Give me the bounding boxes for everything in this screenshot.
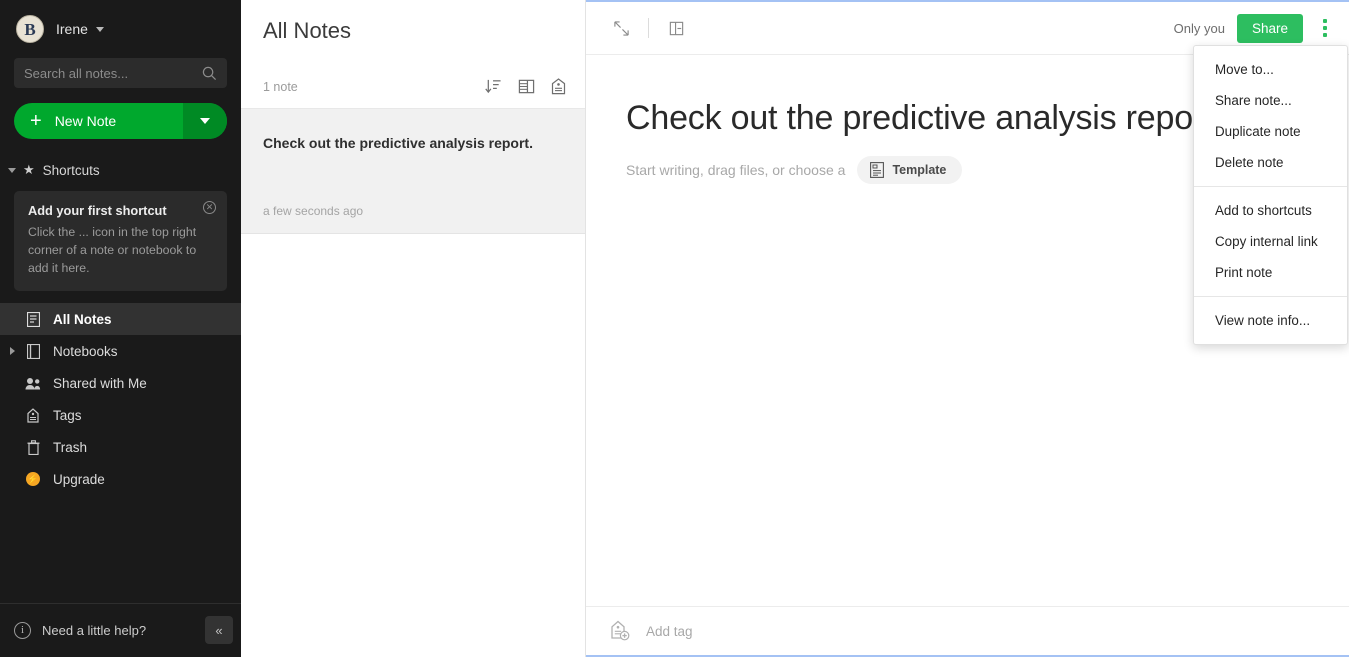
add-tag-placeholder: Add tag — [646, 624, 693, 639]
shortcut-card-title: Add your first shortcut — [28, 203, 213, 218]
menu-item-share-note[interactable]: Share note... — [1194, 85, 1347, 116]
note-context-menu: Move to... Share note... Duplicate note … — [1193, 45, 1348, 345]
new-note-dropdown-button[interactable] — [183, 103, 227, 139]
kebab-menu-icon[interactable] — [1315, 15, 1335, 41]
template-icon — [870, 162, 884, 178]
note-item-title: Check out the predictive analysis report… — [263, 135, 563, 151]
shortcut-empty-state-card: ✕ Add your first shortcut Click the ... … — [14, 191, 227, 291]
shortcut-card-body: Click the ... icon in the top right corn… — [28, 224, 213, 277]
shortcuts-section-header[interactable]: ★ Shortcuts — [0, 153, 241, 187]
new-note-button[interactable]: + New Note — [14, 103, 183, 139]
sidebar: B Irene + New Note ★ Shortcuts — [0, 0, 241, 657]
note-count-label: 1 note — [263, 80, 298, 94]
plus-icon: + — [30, 111, 42, 131]
info-icon: i — [14, 622, 31, 639]
search-box[interactable] — [14, 58, 227, 88]
side-panel-icon[interactable] — [663, 15, 689, 41]
note-list-toolbar: 1 note — [241, 65, 585, 109]
sidebar-item-label: Notebooks — [53, 344, 118, 359]
notes-icon — [24, 312, 42, 327]
menu-item-duplicate-note[interactable]: Duplicate note — [1194, 116, 1347, 147]
help-label: Need a little help? — [42, 623, 146, 638]
notebook-icon — [24, 344, 42, 359]
new-note-label: New Note — [55, 113, 116, 129]
menu-item-delete-note[interactable]: Delete note — [1194, 147, 1347, 178]
editor-placeholder: Start writing, drag files, or choose a — [626, 162, 845, 178]
app-root: B Irene + New Note ★ Shortcuts — [0, 0, 1349, 657]
sidebar-item-shared-with-me[interactable]: Shared with Me — [0, 367, 241, 399]
sharing-status: Only you — [1174, 21, 1225, 36]
menu-separator — [1194, 296, 1347, 297]
account-switcher[interactable]: B Irene — [0, 0, 241, 58]
people-icon — [24, 377, 42, 390]
add-tag-icon — [608, 619, 632, 643]
chevron-down-icon[interactable] — [96, 27, 104, 32]
template-button[interactable]: Template — [857, 156, 962, 184]
menu-item-view-note-info[interactable]: View note info... — [1194, 305, 1347, 336]
new-note-button-group[interactable]: + New Note — [14, 103, 227, 139]
chevron-down-icon — [200, 118, 210, 124]
sort-icon[interactable] — [485, 78, 502, 95]
tag-filter-icon[interactable] — [551, 78, 566, 95]
trash-icon — [24, 440, 42, 455]
note-list-title: All Notes — [241, 0, 585, 44]
sidebar-item-tags[interactable]: Tags — [0, 399, 241, 431]
sidebar-item-notebooks[interactable]: Notebooks — [0, 335, 241, 367]
note-item-date: a few seconds ago — [263, 204, 363, 218]
tag-icon — [24, 408, 42, 423]
expand-arrows-icon[interactable] — [608, 15, 634, 41]
menu-separator — [1194, 186, 1347, 187]
sidebar-item-all-notes[interactable]: All Notes — [0, 303, 241, 335]
avatar: B — [16, 15, 44, 43]
sidebar-item-trash[interactable]: Trash — [0, 431, 241, 463]
collapse-left-icon[interactable]: « — [205, 616, 233, 644]
sidebar-item-label: Upgrade — [53, 472, 105, 487]
chevron-right-icon[interactable] — [10, 347, 15, 355]
menu-item-add-to-shortcuts[interactable]: Add to shortcuts — [1194, 195, 1347, 226]
sidebar-item-label: All Notes — [53, 312, 112, 327]
sidebar-item-label: Trash — [53, 440, 87, 455]
list-item[interactable]: Check out the predictive analysis report… — [241, 109, 585, 234]
sidebar-item-upgrade[interactable]: ⚡ Upgrade — [0, 463, 241, 495]
close-icon[interactable]: ✕ — [203, 201, 216, 214]
search-input[interactable] — [24, 66, 202, 81]
search-icon — [202, 66, 217, 81]
tag-bar[interactable]: Add tag — [586, 606, 1349, 655]
view-layout-icon[interactable] — [518, 78, 535, 95]
menu-item-copy-internal-link[interactable]: Copy internal link — [1194, 226, 1347, 257]
chevron-down-icon — [8, 168, 16, 173]
account-name: Irene — [56, 21, 88, 37]
menu-item-move-to[interactable]: Move to... — [1194, 54, 1347, 85]
note-list-panel: All Notes 1 note — [241, 0, 586, 657]
sidebar-item-label: Shared with Me — [53, 376, 147, 391]
menu-item-print-note[interactable]: Print note — [1194, 257, 1347, 288]
template-label: Template — [892, 163, 946, 177]
star-icon: ★ — [23, 162, 35, 178]
share-button[interactable]: Share — [1237, 14, 1303, 43]
toolbar-divider — [648, 18, 649, 38]
help-bar[interactable]: i Need a little help? « — [0, 603, 241, 657]
upgrade-bolt-icon: ⚡ — [24, 472, 42, 486]
shortcuts-label: Shortcuts — [43, 163, 100, 178]
sidebar-item-label: Tags — [53, 408, 82, 423]
